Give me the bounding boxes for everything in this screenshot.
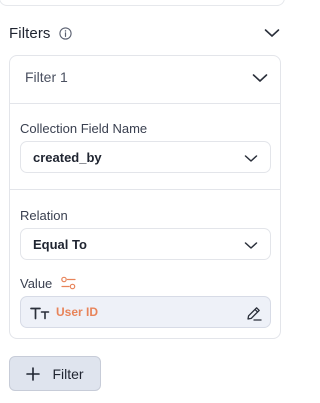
info-icon[interactable] [58,26,72,40]
filter-card: Filter 1 Collection Field Name created_b… [9,55,281,339]
add-filter-label: Filter [52,365,84,382]
collection-field-select[interactable]: created_by [20,141,271,173]
divider [10,189,280,190]
chevron-down-icon[interactable] [263,24,281,42]
collection-field-label: Collection Field Name [20,121,148,136]
chevron-down-icon[interactable] [250,68,270,88]
previous-card-edge [0,0,285,6]
value-input[interactable]: User ID [20,296,271,328]
chevron-down-icon [243,150,259,166]
filter-card-title: Filter 1 [25,69,68,85]
relation-select[interactable]: Equal To [20,228,271,260]
value-text: User ID [56,305,99,319]
chevron-down-icon [243,237,259,253]
filters-section-header[interactable]: Filters [9,22,281,44]
sliders-icon[interactable] [61,276,76,290]
section-title: Filters [9,24,51,42]
value-label-row: Value [20,275,76,291]
collection-field-value: created_by [33,150,102,165]
relation-value: Equal To [33,237,87,252]
value-label: Value [20,275,53,291]
add-filter-button[interactable]: Filter [9,356,101,391]
plus-icon [26,366,41,381]
relation-label: Relation [20,208,68,223]
filter-card-header[interactable]: Filter 1 [10,56,280,104]
pencil-icon[interactable] [244,304,262,322]
text-type-icon [30,305,50,321]
filters-panel: Filters Filter 1 Collection Field Name c… [0,0,298,403]
